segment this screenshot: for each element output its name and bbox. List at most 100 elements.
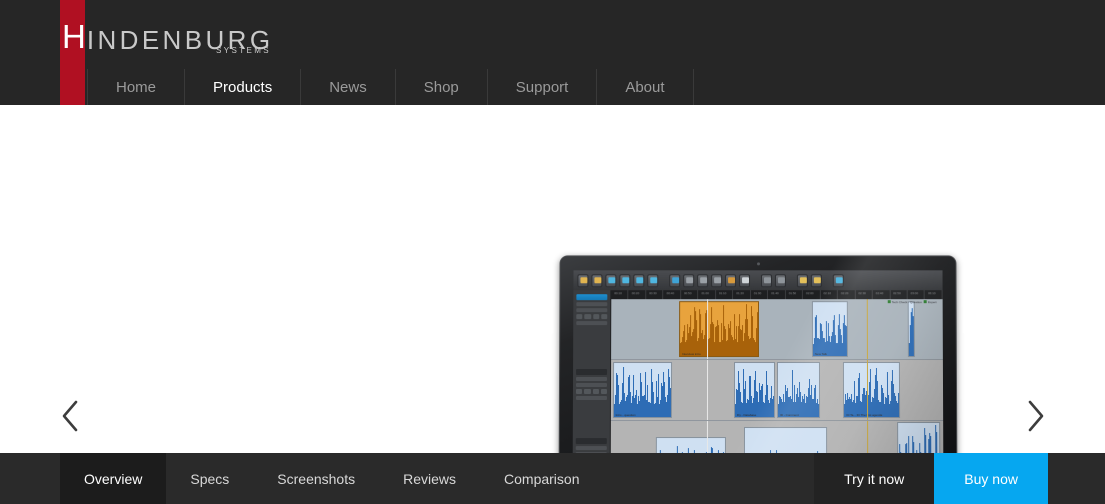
toolbar-button-zoom-out[interactable] bbox=[810, 273, 822, 287]
clip-label: New Talk bbox=[814, 352, 827, 357]
toolbar-button-redo[interactable] bbox=[774, 273, 786, 287]
timeline-ruler[interactable]: 00:10 00:20 00:30 00:40 00:50 01:00 01:10 01:20… bbox=[611, 290, 943, 300]
buy-now-button[interactable]: Buy now bbox=[934, 453, 1048, 504]
ruler-tick-label: 02:50 bbox=[893, 291, 901, 296]
audio-clip[interactable]: Interview intro bbox=[679, 301, 759, 358]
nav-item-home[interactable]: Home bbox=[87, 69, 186, 105]
bottombar-left-spacer bbox=[0, 453, 60, 504]
toolbar-button-new[interactable] bbox=[577, 273, 589, 287]
inspector-buttons[interactable] bbox=[576, 314, 608, 320]
toolbar-button-publish[interactable] bbox=[647, 273, 659, 287]
track-row-2[interactable]: Intro - question Fly - Database ID - Com… bbox=[610, 360, 944, 421]
waveform-bar bbox=[913, 339, 915, 357]
ruler-tick: 00:40 bbox=[663, 290, 682, 300]
ruler-tick-label: 01:10 bbox=[718, 291, 727, 296]
main-navigation: Home Products News Shop Support About bbox=[87, 69, 694, 105]
playhead[interactable] bbox=[707, 299, 709, 360]
toolbar-button-clear[interactable] bbox=[725, 273, 737, 287]
audio-clip[interactable]: Fly - Database bbox=[733, 362, 776, 418]
inspector-select[interactable] bbox=[576, 321, 608, 326]
nav-item-shop[interactable]: Shop bbox=[396, 69, 488, 105]
waveform-bar bbox=[773, 385, 775, 417]
inspector-slider[interactable] bbox=[575, 383, 608, 387]
playhead[interactable] bbox=[707, 360, 709, 420]
toolbar-button-zoom-in[interactable] bbox=[796, 273, 808, 287]
product-carousel: 00:10 00:20 00:30 00:40 00:50 01:00 01:10 01:20… bbox=[0, 105, 1105, 504]
ruler-tick: 03:00 bbox=[907, 290, 926, 300]
nav-item-support[interactable]: Support bbox=[488, 69, 598, 105]
ruler-tick-label: 01:40 bbox=[771, 291, 779, 296]
inspector-track-2[interactable] bbox=[575, 369, 608, 401]
audio-clip[interactable]: ID Ta... ID The first agenda bbox=[843, 362, 900, 418]
inspector-slider[interactable] bbox=[576, 377, 608, 382]
waveform-bar bbox=[898, 393, 900, 417]
tab-overview[interactable]: Overview bbox=[60, 453, 167, 504]
bottombar-flex-spacer bbox=[604, 453, 815, 504]
ruler-tick: 02:30 bbox=[855, 290, 873, 300]
carousel-next-button[interactable] bbox=[1016, 393, 1056, 439]
ruler-tick-label: 01:20 bbox=[736, 291, 744, 296]
toolbar-button-open[interactable] bbox=[591, 273, 603, 287]
ruler-tick-label: 01:30 bbox=[753, 291, 762, 296]
ruler-tick: 00:30 bbox=[646, 290, 664, 300]
webcam-icon bbox=[756, 262, 760, 266]
waveform-bar bbox=[757, 312, 759, 357]
inspector-track-1[interactable] bbox=[576, 294, 608, 326]
toolbar-button-import[interactable] bbox=[619, 273, 631, 287]
inspector-slider[interactable] bbox=[575, 446, 607, 451]
nav-item-about[interactable]: About bbox=[597, 69, 694, 105]
marker-line bbox=[866, 299, 868, 360]
waveform-bar bbox=[670, 402, 672, 417]
inspector-select[interactable] bbox=[575, 396, 607, 401]
tab-comparison[interactable]: Comparison bbox=[480, 453, 603, 504]
tab-reviews[interactable]: Reviews bbox=[379, 453, 480, 504]
clip-label: Interview intro bbox=[682, 352, 701, 357]
tab-screenshots[interactable]: Screenshots bbox=[253, 453, 379, 504]
toolbar-button-save[interactable] bbox=[605, 273, 617, 287]
ruler-tick-label: 03:10 bbox=[928, 291, 936, 296]
toolbar-button-split[interactable] bbox=[739, 273, 751, 287]
toolbar-button-help[interactable] bbox=[832, 273, 844, 287]
ruler-tick-label: 01:00 bbox=[701, 291, 709, 296]
ruler-tick-label: 02:20 bbox=[840, 291, 849, 296]
ruler-tick: 00:50 bbox=[681, 290, 699, 300]
nav-item-news[interactable]: News bbox=[301, 69, 396, 105]
carousel-prev-button[interactable] bbox=[50, 393, 90, 439]
toolbar-button-export[interactable] bbox=[633, 273, 645, 287]
track-row-1[interactable]: Interview intro New Talk bbox=[611, 299, 943, 361]
audio-clip[interactable] bbox=[907, 301, 915, 358]
ruler-tick-label: 00:10 bbox=[614, 291, 622, 296]
toolbar-button-trim[interactable] bbox=[697, 273, 709, 287]
ruler-tick: 00:10 bbox=[611, 290, 629, 300]
audio-clip[interactable]: New Talk bbox=[811, 301, 849, 358]
site-logo[interactable]: H INDENBURG bbox=[62, 19, 273, 63]
toolbar-button-cut[interactable] bbox=[669, 273, 681, 287]
nav-item-products[interactable]: Products bbox=[185, 69, 302, 105]
toolbar-button-copy[interactable] bbox=[683, 273, 695, 287]
ruler-tick: 01:20 bbox=[733, 290, 751, 300]
clip-label: Intro - question bbox=[615, 412, 636, 417]
app-toolbar bbox=[573, 270, 943, 291]
waveform-bar bbox=[818, 403, 820, 417]
ruler-tick-label: 02:40 bbox=[875, 291, 884, 296]
ruler-tick: 01:10 bbox=[715, 290, 734, 300]
inspector-slider[interactable] bbox=[576, 302, 608, 307]
inspector-buttons[interactable] bbox=[575, 388, 607, 394]
clip-label: ID - Comment bbox=[780, 412, 799, 417]
toolbar-button-fade[interactable] bbox=[711, 273, 723, 287]
ruler-tick-label: 02:00 bbox=[806, 291, 814, 296]
logo-subtitle: SYSTEMS bbox=[216, 46, 272, 55]
audio-clip[interactable]: ID - Comment bbox=[776, 362, 821, 418]
inspector-track-3-header bbox=[575, 438, 607, 445]
ruler-tick-label: 00:50 bbox=[684, 291, 692, 296]
toolbar-button-undo[interactable] bbox=[760, 273, 772, 287]
ruler-tick: 01:40 bbox=[768, 290, 786, 300]
try-it-now-button[interactable]: Try it now bbox=[814, 453, 935, 504]
waveform-bar bbox=[846, 343, 848, 357]
tab-specs[interactable]: Specs bbox=[166, 453, 253, 504]
bottombar-right-spacer bbox=[1048, 453, 1105, 504]
inspector-slider[interactable] bbox=[576, 308, 608, 313]
audio-clip[interactable]: Intro - question bbox=[612, 362, 673, 418]
ruler-tick: 00:20 bbox=[628, 290, 647, 300]
ruler-tick-label: 02:30 bbox=[858, 291, 866, 296]
